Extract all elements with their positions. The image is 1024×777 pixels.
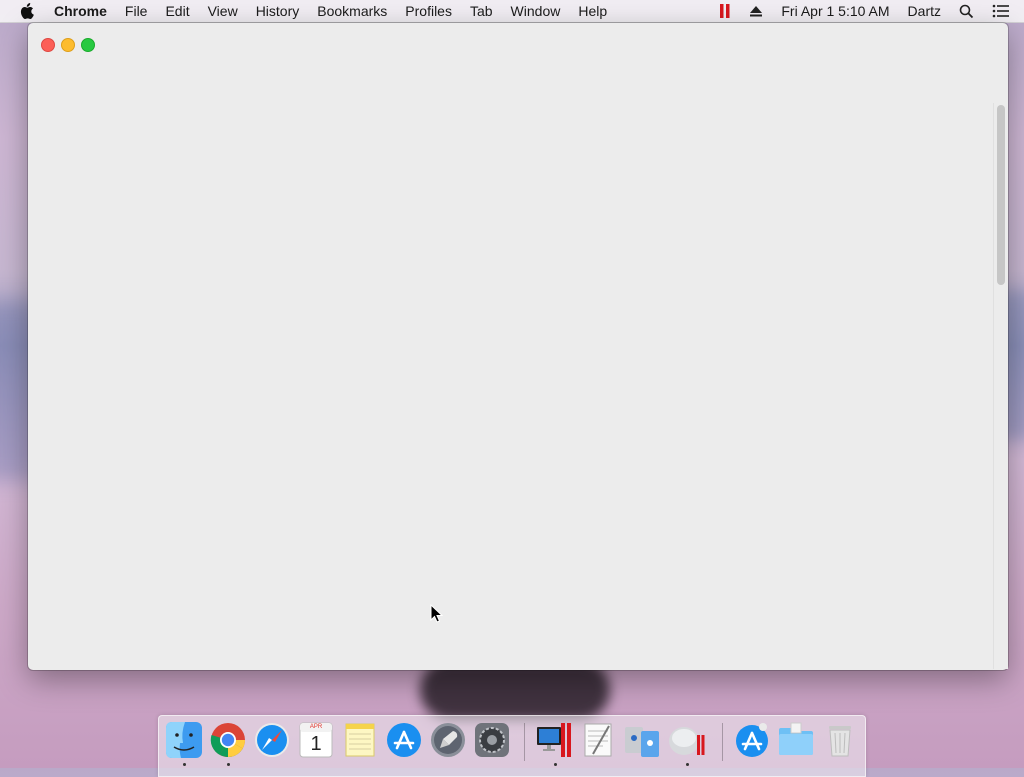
menu-profiles[interactable]: Profiles	[396, 0, 461, 22]
scrollbar-thumb[interactable]	[997, 105, 1005, 285]
app-store-icon[interactable]	[385, 721, 423, 759]
notes-icon[interactable]	[341, 721, 379, 759]
notification-center-icon[interactable]	[983, 4, 1024, 18]
calendar-month: APR	[309, 724, 323, 730]
chrome-icon[interactable]	[209, 721, 247, 759]
launchpad-icon[interactable]	[429, 721, 467, 759]
running-indicator	[227, 763, 230, 766]
eject-icon[interactable]	[740, 5, 772, 17]
textedit-icon[interactable]	[579, 721, 617, 759]
menu-bookmarks[interactable]: Bookmarks	[308, 0, 396, 22]
finder-icon[interactable]	[165, 721, 203, 759]
user-name[interactable]: Dartz	[899, 0, 950, 22]
parallels-windows-icon[interactable]	[535, 721, 573, 759]
folder-icon[interactable]	[777, 721, 815, 759]
calendar-day: 1	[310, 733, 322, 755]
dock-separator	[722, 723, 723, 761]
migration-assistant-icon[interactable]	[623, 721, 661, 759]
dock-separator	[524, 723, 525, 761]
running-indicator	[183, 763, 186, 766]
menu-app-name[interactable]: Chrome	[46, 0, 116, 22]
running-indicator	[686, 763, 689, 766]
chrome-window	[28, 23, 1008, 670]
trash-icon[interactable]	[821, 721, 859, 759]
window-maximize-button[interactable]	[81, 38, 95, 52]
parallels-status-icon[interactable]	[710, 3, 740, 19]
boot-camp-icon[interactable]	[667, 721, 705, 759]
menu-bar: Chrome File Edit View History Bookmarks …	[0, 0, 1024, 23]
menu-tab[interactable]: Tab	[461, 0, 502, 22]
status-area: Fri Apr 1 5:10 AM Dartz	[710, 0, 1024, 22]
app-store-downloads-icon[interactable]	[733, 721, 771, 759]
clock-datetime[interactable]: Fri Apr 1 5:10 AM	[772, 0, 898, 22]
menu-edit[interactable]: Edit	[156, 0, 198, 22]
apple-menu-icon[interactable]	[18, 2, 36, 20]
menu-help[interactable]: Help	[569, 0, 616, 22]
calendar-icon[interactable]: APR 1	[297, 721, 335, 759]
window-minimize-button[interactable]	[61, 38, 75, 52]
running-indicator	[554, 763, 557, 766]
menu-view[interactable]: View	[199, 0, 247, 22]
menu-file[interactable]: File	[116, 0, 157, 22]
safari-icon[interactable]	[253, 721, 291, 759]
mouse-cursor-icon	[430, 604, 444, 623]
spotlight-search-icon[interactable]	[950, 4, 983, 19]
menu-history[interactable]: History	[247, 0, 309, 22]
system-preferences-icon[interactable]	[473, 721, 511, 759]
menu-window[interactable]: Window	[502, 0, 570, 22]
window-close-button[interactable]	[41, 38, 55, 52]
